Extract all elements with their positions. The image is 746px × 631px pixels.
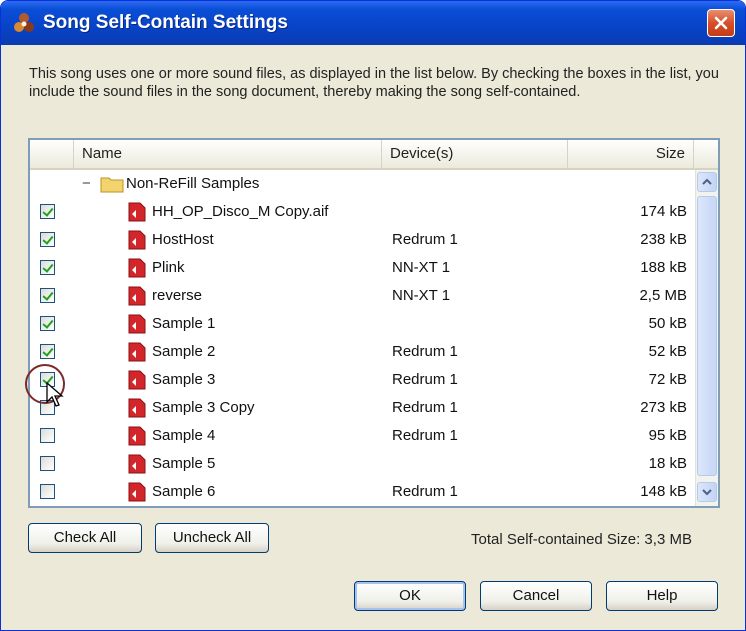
- include-checkbox[interactable]: [40, 428, 55, 443]
- file-name: Sample 1: [152, 315, 216, 332]
- file-device: Redrum 1: [392, 343, 458, 360]
- include-checkbox[interactable]: [40, 204, 55, 219]
- header-device[interactable]: Device(s): [382, 140, 568, 168]
- cancel-button[interactable]: Cancel: [480, 581, 592, 611]
- file-row[interactable]: Sample 6 Redrum 1 148 kB: [30, 478, 695, 506]
- file-row[interactable]: Sample 3 Redrum 1 72 kB: [30, 366, 695, 394]
- file-name: Sample 3 Copy: [152, 399, 255, 416]
- file-device: Redrum 1: [392, 371, 458, 388]
- file-device: Redrum 1: [392, 231, 458, 248]
- dialog-window: Song Self-Contain Settings This song use…: [0, 0, 746, 631]
- file-name: reverse: [152, 287, 203, 304]
- sample-file-icon: [128, 426, 146, 446]
- file-name: Sample 4: [152, 427, 216, 444]
- file-size: 273 kB: [640, 399, 687, 416]
- file-row[interactable]: HostHost Redrum 1 238 kB: [30, 226, 695, 254]
- include-checkbox[interactable]: [40, 316, 55, 331]
- ok-button[interactable]: OK: [354, 581, 466, 611]
- collapse-expander[interactable]: −: [82, 175, 91, 192]
- mouse-pointer-icon: [46, 382, 64, 407]
- file-device: Redrum 1: [392, 399, 458, 416]
- file-size: 174 kB: [640, 203, 687, 220]
- file-row[interactable]: Sample 1 50 kB: [30, 310, 695, 338]
- file-device: NN-XT 1: [392, 259, 451, 276]
- title-bar[interactable]: Song Self-Contain Settings: [1, 1, 745, 45]
- help-button[interactable]: Help: [606, 581, 718, 611]
- window-title: Song Self-Contain Settings: [43, 12, 288, 33]
- file-size: 148 kB: [640, 483, 687, 500]
- file-name: Sample 5: [152, 455, 216, 472]
- file-name: HH_OP_Disco_M Copy.aif: [152, 203, 329, 220]
- sample-file-icon: [128, 370, 146, 390]
- file-row[interactable]: Sample 4 Redrum 1 95 kB: [30, 422, 695, 450]
- sample-file-icon: [128, 286, 146, 306]
- include-checkbox[interactable]: [40, 344, 55, 359]
- file-device: Redrum 1: [392, 427, 458, 444]
- list-header: Name Device(s) Size: [30, 140, 718, 170]
- scroll-up-button[interactable]: [697, 172, 717, 192]
- include-checkbox[interactable]: [40, 456, 55, 471]
- file-row[interactable]: Sample 5 18 kB: [30, 450, 695, 478]
- chevron-up-icon: [702, 178, 712, 185]
- file-size: 72 kB: [648, 371, 687, 388]
- header-name[interactable]: Name: [74, 140, 382, 168]
- chevron-down-icon: [702, 489, 712, 496]
- sound-file-list[interactable]: Name Device(s) Size − Non-ReFill Samples…: [28, 138, 720, 508]
- close-button[interactable]: [707, 9, 735, 37]
- sample-file-icon: [128, 314, 146, 334]
- file-size: 52 kB: [648, 343, 687, 360]
- file-device: Redrum 1: [392, 483, 458, 500]
- file-name: Sample 6: [152, 483, 216, 500]
- file-row[interactable]: Plink NN-XT 1 188 kB: [30, 254, 695, 282]
- sample-file-icon: [128, 230, 146, 250]
- file-size: 188 kB: [640, 259, 687, 276]
- file-row[interactable]: HH_OP_Disco_M Copy.aif 174 kB: [30, 198, 695, 226]
- file-name: Plink: [152, 259, 185, 276]
- reason-app-icon: [14, 13, 34, 32]
- vertical-scrollbar[interactable]: [695, 170, 718, 506]
- scroll-down-button[interactable]: [697, 482, 717, 502]
- sample-file-icon: [128, 258, 146, 278]
- file-size: 238 kB: [640, 231, 687, 248]
- sample-file-icon: [128, 398, 146, 418]
- include-checkbox[interactable]: [40, 288, 55, 303]
- file-row[interactable]: Sample 3 Copy Redrum 1 273 kB: [30, 394, 695, 422]
- file-row[interactable]: reverse NN-XT 1 2,5 MB: [30, 282, 695, 310]
- file-name: Sample 2: [152, 343, 216, 360]
- file-size: 2,5 MB: [639, 287, 687, 304]
- sample-file-icon: [128, 342, 146, 362]
- include-checkbox[interactable]: [40, 232, 55, 247]
- list-rows: − Non-ReFill Samples HH_OP_Disco_M Copy.…: [30, 170, 695, 506]
- file-size: 50 kB: [648, 315, 687, 332]
- include-checkbox[interactable]: [40, 260, 55, 275]
- file-row[interactable]: Sample 2 Redrum 1 52 kB: [30, 338, 695, 366]
- sample-file-icon: [128, 482, 146, 502]
- close-icon: [714, 16, 728, 30]
- file-name: Sample 3: [152, 371, 216, 388]
- sample-file-icon: [128, 202, 146, 222]
- uncheck-all-button[interactable]: Uncheck All: [155, 523, 269, 553]
- file-name: HostHost: [152, 231, 214, 248]
- file-device: NN-XT 1: [392, 287, 451, 304]
- include-checkbox[interactable]: [40, 484, 55, 499]
- check-all-button[interactable]: Check All: [28, 523, 142, 553]
- total-size-label: Total Self-contained Size: 3,3 MB: [471, 531, 692, 548]
- header-size[interactable]: Size: [568, 140, 694, 168]
- file-size: 95 kB: [648, 427, 687, 444]
- folder-icon: [100, 177, 124, 193]
- group-row-non-refill-samples[interactable]: − Non-ReFill Samples: [30, 170, 695, 198]
- sample-file-icon: [128, 454, 146, 474]
- group-label: Non-ReFill Samples: [126, 175, 260, 192]
- file-size: 18 kB: [648, 455, 687, 472]
- header-check-column[interactable]: [30, 140, 74, 168]
- scroll-thumb[interactable]: [697, 196, 717, 476]
- description-text: This song uses one or more sound files, …: [29, 66, 719, 100]
